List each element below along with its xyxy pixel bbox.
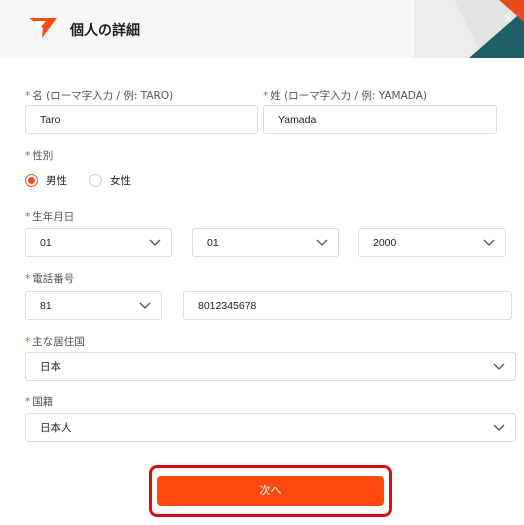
birth-year-select[interactable]: 2000 (358, 228, 506, 257)
modal-header: 個人の詳細 × (0, 0, 524, 58)
first-name-input[interactable]: Taro (25, 105, 258, 134)
brand-arrow-logo (29, 18, 57, 38)
gender-female-label[interactable]: 女性 (110, 173, 131, 188)
chevron-down-icon (139, 302, 151, 309)
personal-details-modal: 個人の詳細 × * 名 (ローマ字入力 / 例: TARO) Taro * 姓 (ロ… (0, 0, 524, 525)
residence-country-select[interactable]: 日本 (25, 352, 516, 381)
next-button[interactable]: 次へ (157, 476, 384, 506)
gender-radio-female[interactable] (89, 174, 102, 187)
last-name-label: * 姓 (ローマ字入力 / 例: YAMADA) (263, 90, 427, 102)
gender-radio-group: 男性 女性 (25, 173, 153, 188)
birth-day-select[interactable]: 01 (192, 228, 339, 257)
chevron-down-icon (493, 363, 505, 370)
chevron-down-icon (493, 424, 505, 431)
first-name-label: * 名 (ローマ字入力 / 例: TARO) (25, 90, 174, 102)
page-title: 個人の詳細 (70, 23, 140, 39)
gender-male-label[interactable]: 男性 (46, 173, 67, 188)
gender-radio-male[interactable] (25, 174, 38, 187)
country-code-select[interactable]: 81 (25, 291, 162, 320)
birthdate-label: * 生年月日 (25, 211, 75, 223)
phone-number-input[interactable]: 8012345678 (183, 291, 512, 320)
chevron-down-icon (483, 239, 495, 246)
chevron-down-icon (316, 239, 328, 246)
nationality-label: * 国籍 (25, 396, 54, 408)
last-name-input[interactable]: Yamada (263, 105, 497, 134)
birth-month-select[interactable]: 01 (25, 228, 172, 257)
nationality-select[interactable]: 日本人 (25, 413, 516, 442)
close-icon[interactable]: × (498, 8, 518, 28)
residence-label: * 主な居住国 (25, 336, 85, 348)
phone-label: * 電話番号 (25, 273, 75, 285)
chevron-down-icon (149, 239, 161, 246)
gender-label: * 性別 (25, 150, 54, 162)
